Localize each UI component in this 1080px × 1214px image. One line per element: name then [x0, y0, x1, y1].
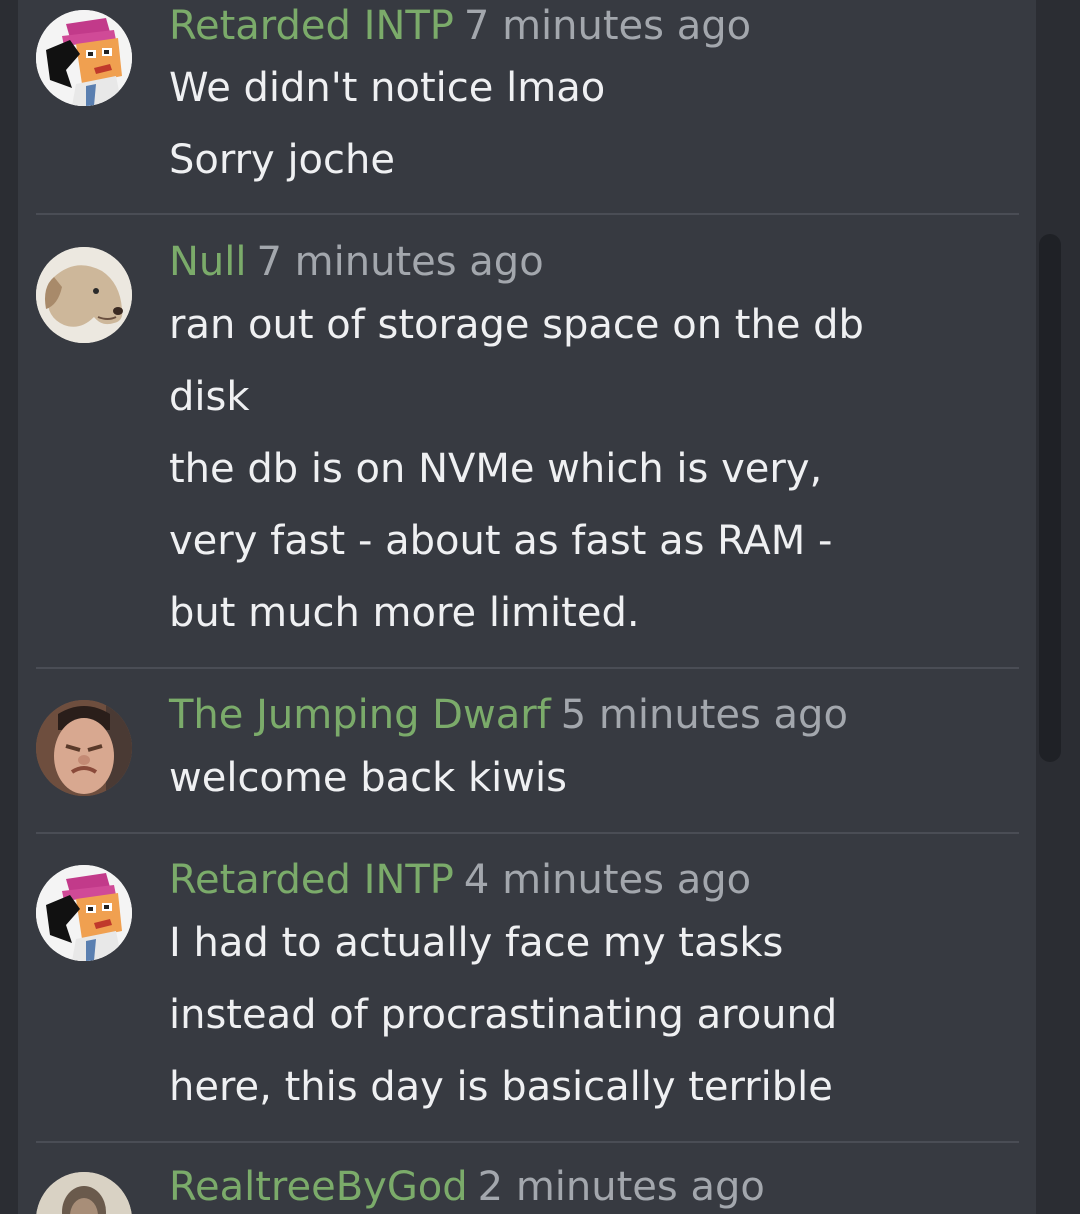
message-header: RealtreeByGod 2 minutes ago [169, 1162, 765, 1212]
message-line: here, this day is basically terrible [169, 1064, 833, 1110]
dog-icon [36, 247, 132, 343]
message-line: but much more limited. [169, 590, 640, 636]
timestamp: 2 minutes ago [477, 1164, 765, 1210]
message-divider [36, 832, 1019, 834]
message-header: Null 7 minutes ago [169, 237, 544, 287]
message-header: Retarded INTP 4 minutes ago [169, 855, 751, 905]
message-line: the db is on NVMe which is very, [169, 446, 823, 492]
message-header: Retarded INTP 7 minutes ago [169, 1, 751, 51]
message-divider [36, 1141, 1019, 1143]
timestamp: 5 minutes ago [560, 692, 848, 738]
message-line: We didn't notice lmao [169, 65, 606, 111]
avatar[interactable] [36, 1172, 132, 1214]
message-line: welcome back kiwis [169, 755, 567, 801]
username[interactable]: The Jumping Dwarf [169, 692, 551, 738]
username[interactable]: Null [169, 239, 247, 285]
timestamp: 7 minutes ago [256, 239, 544, 285]
message-body: We didn't notice lmao Sorry joche [169, 52, 605, 196]
scrollbar-thumb[interactable] [1039, 234, 1061, 762]
message-line: ran out of storage space on the db [169, 302, 864, 348]
message-line: instead of procrastinating around [169, 992, 838, 1038]
username[interactable]: Retarded INTP [169, 3, 454, 49]
message-line: Sorry joche [169, 137, 395, 183]
portrait-photo-icon [36, 1172, 132, 1214]
face-photo-icon [36, 700, 132, 796]
avatar[interactable] [36, 865, 132, 961]
avatar[interactable] [36, 10, 132, 106]
pixel-art-character-icon [36, 865, 132, 961]
timestamp: 7 minutes ago [463, 3, 752, 49]
message-divider [36, 213, 1019, 215]
pixel-art-character-icon [36, 10, 132, 106]
avatar[interactable] [36, 247, 132, 343]
timestamp: 4 minutes ago [463, 857, 752, 903]
username[interactable]: RealtreeByGod [169, 1164, 468, 1210]
message-divider [36, 667, 1019, 669]
chat-panel: Retarded INTP 7 minutes ago We didn't not… [18, 0, 1036, 1214]
message-line: disk [169, 374, 250, 420]
message-line: very fast - about as fast as RAM - [169, 518, 833, 564]
message-body: ran out of storage space on the db disk … [169, 289, 864, 649]
message-line: I had to actually face my tasks [169, 920, 784, 966]
message-header: The Jumping Dwarf 5 minutes ago [169, 690, 848, 740]
message-body: I had to actually face my tasks instead … [169, 907, 837, 1123]
avatar[interactable] [36, 700, 132, 796]
username[interactable]: Retarded INTP [169, 857, 454, 903]
message-body: welcome back kiwis [169, 742, 567, 814]
